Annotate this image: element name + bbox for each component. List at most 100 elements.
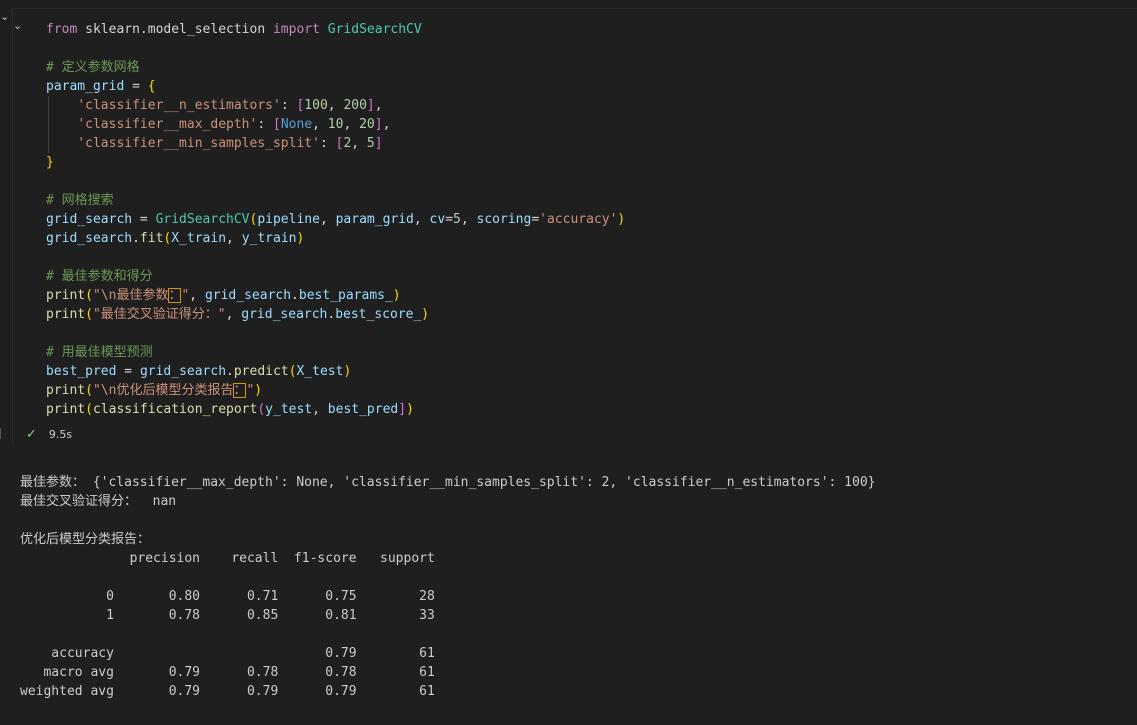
code-token: , [382, 117, 391, 132]
code-token: param_grid [335, 212, 414, 227]
code-token: # 定义参数网格 [46, 60, 140, 75]
output-line: 最佳交叉验证得分： nan [20, 494, 177, 509]
code-token: X_train [171, 231, 227, 246]
code-token: print [46, 383, 86, 398]
code-line[interactable]: grid_search = GridSearchCV(pipeline, par… [46, 210, 625, 229]
code-token: # 最佳参数和得分 [46, 269, 153, 284]
code-token: import [272, 22, 320, 37]
code-token: ] [374, 117, 383, 132]
code-token: , [226, 231, 242, 246]
code-token: GridSearchCV [327, 22, 422, 37]
code-token: 5 [453, 212, 461, 227]
code-token: , [413, 212, 430, 227]
code-token: [ [272, 117, 281, 132]
code-token: , [327, 98, 344, 113]
code-token: 'accuracy' [539, 212, 618, 227]
code-token: ) [406, 402, 414, 417]
code-token: grid_search [139, 364, 227, 379]
code-token: ) [392, 288, 401, 303]
code-token: . [132, 231, 140, 246]
code-token: GridSearchCV [155, 212, 250, 227]
code-line[interactable]: from sklearn.model_selection import Grid… [46, 20, 625, 39]
code-token: ) [254, 383, 263, 398]
code-line[interactable] [46, 324, 625, 343]
code-line[interactable]: # 网格搜索 [46, 191, 625, 210]
code-token: } [46, 155, 54, 170]
code-token: 5 [366, 136, 375, 151]
code-token: # 用最佳模型预测 [46, 345, 153, 360]
code-line[interactable]: param_grid = { [46, 77, 625, 96]
code-line[interactable]: # 定义参数网格 [46, 58, 625, 77]
code-token: fit [139, 231, 164, 246]
code-token: . [226, 364, 234, 379]
code-token: , [319, 212, 336, 227]
code-line[interactable] [46, 172, 625, 191]
code-token: cv [429, 212, 446, 227]
code-token: ( [85, 383, 93, 398]
collapse-chevron-icon[interactable]: ⌄ [13, 19, 22, 32]
code-token: ) [296, 231, 305, 246]
output-line: precision recall f1-score support [20, 551, 435, 566]
code-token: grid_search [241, 307, 328, 322]
code-line[interactable]: 'classifier__min_samples_split': [2, 5] [46, 134, 625, 153]
code-line[interactable]: print(classification_report(y_test, best… [46, 400, 625, 419]
code-token: "\n优化后模型分类报告 [92, 383, 234, 398]
code-token: ] [366, 98, 375, 113]
code-token: 'classifier__n_estimators' [77, 98, 281, 113]
code-token: , [189, 288, 205, 303]
code-token: ) [343, 364, 352, 379]
code-token: 100 [304, 98, 328, 113]
code-token: "最佳交叉验证得分：" [92, 307, 226, 322]
code-line[interactable]: # 最佳参数和得分 [46, 267, 625, 286]
code-line[interactable]: print("最佳交叉验证得分：", grid_search.best_scor… [46, 305, 625, 324]
code-token: : [257, 117, 273, 132]
code-token: y_train [241, 231, 297, 246]
code-token: , [225, 307, 242, 322]
code-token: : [280, 98, 297, 113]
code-token: best_pred [46, 364, 117, 379]
code-token: { [147, 79, 156, 94]
output-line: weighted avg 0.79 0.79 0.79 61 [20, 684, 435, 699]
code-line[interactable]: grid_search.fit(X_train, y_train) [46, 229, 625, 248]
code-token: = [445, 212, 454, 227]
code-token: , [351, 136, 367, 151]
code-line[interactable]: } [46, 153, 625, 172]
code-token: ] [374, 136, 383, 151]
code-line[interactable]: best_pred = grid_search.predict(X_test) [46, 362, 625, 381]
cell-output: 最佳参数： {'classifier__max_depth': None, 'c… [20, 473, 876, 701]
code-token: , [312, 117, 328, 132]
code-token: best_params_ [298, 288, 393, 303]
code-token: , [343, 117, 360, 132]
output-line: 0 0.80 0.71 0.75 28 [20, 589, 435, 604]
output-line: macro avg 0.79 0.78 0.78 61 [20, 665, 435, 680]
code-token: print [46, 402, 86, 417]
code-line[interactable]: 'classifier__max_depth': [None, 10, 20], [46, 115, 625, 134]
code-line[interactable] [46, 39, 625, 58]
code-token: ： [168, 288, 182, 303]
code-token: ( [85, 402, 93, 417]
code-editor[interactable]: from sklearn.model_selection import Grid… [46, 20, 625, 419]
output-line: 最佳参数： {'classifier__max_depth': None, 'c… [20, 475, 876, 490]
code-line[interactable]: print("\n优化后模型分类报告：") [46, 381, 625, 400]
check-icon: ✓ [26, 427, 37, 442]
code-token: print [46, 288, 86, 303]
code-line[interactable]: 'classifier__n_estimators': [100, 200], [46, 96, 625, 115]
code-line[interactable]: # 用最佳模型预测 [46, 343, 625, 362]
code-line[interactable]: print("\n最佳参数：", grid_search.best_params… [46, 286, 625, 305]
code-token: , [374, 98, 383, 113]
cell-chevron-down-icon[interactable]: ⌄ [0, 10, 9, 23]
code-token: 10 [327, 117, 344, 132]
code-token: 200 [343, 98, 367, 113]
output-line: 优化后模型分类报告： [20, 532, 151, 547]
code-token: . [291, 288, 299, 303]
code-token: grid_search [46, 212, 133, 227]
code-token: pipeline [257, 212, 320, 227]
code-line[interactable] [46, 248, 625, 267]
code-token: 20 [359, 117, 375, 132]
code-token: from [46, 22, 78, 37]
